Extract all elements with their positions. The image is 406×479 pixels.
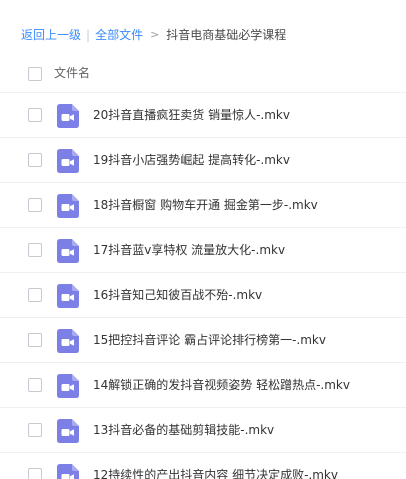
file-name-link[interactable]: 17抖音蓝v享特权 流量放大化-.mkv xyxy=(93,242,285,258)
current-folder-label: 抖音电商基础必学课程 xyxy=(166,28,287,42)
file-checkbox[interactable] xyxy=(28,153,42,167)
breadcrumb: 返回上一级 | 全部文件 > 抖音电商基础必学课程 xyxy=(21,27,286,43)
all-files-link[interactable]: 全部文件 xyxy=(95,27,143,43)
file-checkbox[interactable] xyxy=(28,423,42,437)
file-checkbox[interactable] xyxy=(28,333,42,347)
file-name-link[interactable]: 15把控抖音评论 霸占评论排行榜第一-.mkv xyxy=(93,332,326,348)
file-checkbox[interactable] xyxy=(28,198,42,212)
video-file-icon xyxy=(57,104,79,128)
file-row[interactable]: 17抖音蓝v享特权 流量放大化-.mkv xyxy=(0,227,406,272)
file-checkbox[interactable] xyxy=(28,288,42,302)
video-file-icon xyxy=(57,329,79,353)
video-file-icon xyxy=(57,284,79,308)
file-row[interactable]: 12持续性的产出抖音内容 细节决定成败-.mkv xyxy=(0,452,406,479)
file-name-link[interactable]: 12持续性的产出抖音内容 细节决定成败-.mkv xyxy=(93,467,338,479)
file-name-link[interactable]: 18抖音橱窗 购物车开通 掘金第一步-.mkv xyxy=(93,197,318,213)
file-checkbox[interactable] xyxy=(28,468,42,479)
breadcrumb-arrow-icon: > xyxy=(150,28,160,41)
select-all-checkbox[interactable] xyxy=(28,67,42,81)
video-file-icon xyxy=(57,374,79,398)
file-row[interactable]: 13抖音必备的基础剪辑技能-.mkv xyxy=(0,407,406,452)
video-file-icon xyxy=(57,419,79,443)
file-checkbox[interactable] xyxy=(28,243,42,257)
file-row[interactable]: 20抖音直播疯狂卖货 销量惊人-.mkv xyxy=(0,92,406,137)
file-row[interactable]: 15把控抖音评论 霸占评论排行榜第一-.mkv xyxy=(0,317,406,362)
file-row[interactable]: 18抖音橱窗 购物车开通 掘金第一步-.mkv xyxy=(0,182,406,227)
file-name-link[interactable]: 14解锁正确的发抖音视频姿势 轻松蹭热点-.mkv xyxy=(93,377,350,393)
file-checkbox[interactable] xyxy=(28,108,42,122)
file-row[interactable]: 14解锁正确的发抖音视频姿势 轻松蹭热点-.mkv xyxy=(0,362,406,407)
file-row[interactable]: 19抖音小店强势崛起 提高转化-.mkv xyxy=(0,137,406,182)
video-file-icon xyxy=(57,239,79,263)
file-name-link[interactable]: 20抖音直播疯狂卖货 销量惊人-.mkv xyxy=(93,107,290,123)
video-file-icon xyxy=(57,194,79,218)
file-row[interactable]: 16抖音知己知彼百战不殆-.mkv xyxy=(0,272,406,317)
video-file-icon xyxy=(57,149,79,173)
back-link[interactable]: 返回上一级 xyxy=(21,27,81,43)
list-header: 文件名 xyxy=(0,56,406,90)
file-name-link[interactable]: 19抖音小店强势崛起 提高转化-.mkv xyxy=(93,152,290,168)
breadcrumb-separator: | xyxy=(86,28,91,42)
file-list: 20抖音直播疯狂卖货 销量惊人-.mkv 19抖音小店强势崛起 提高转化-.mkv… xyxy=(0,92,406,479)
video-file-icon xyxy=(57,464,79,479)
column-header-filename[interactable]: 文件名 xyxy=(54,65,90,81)
file-name-link[interactable]: 13抖音必备的基础剪辑技能-.mkv xyxy=(93,422,274,438)
file-name-link[interactable]: 16抖音知己知彼百战不殆-.mkv xyxy=(93,287,262,303)
file-browser: 返回上一级 | 全部文件 > 抖音电商基础必学课程 文件名 20抖音直播疯狂卖货… xyxy=(0,0,406,479)
file-checkbox[interactable] xyxy=(28,378,42,392)
